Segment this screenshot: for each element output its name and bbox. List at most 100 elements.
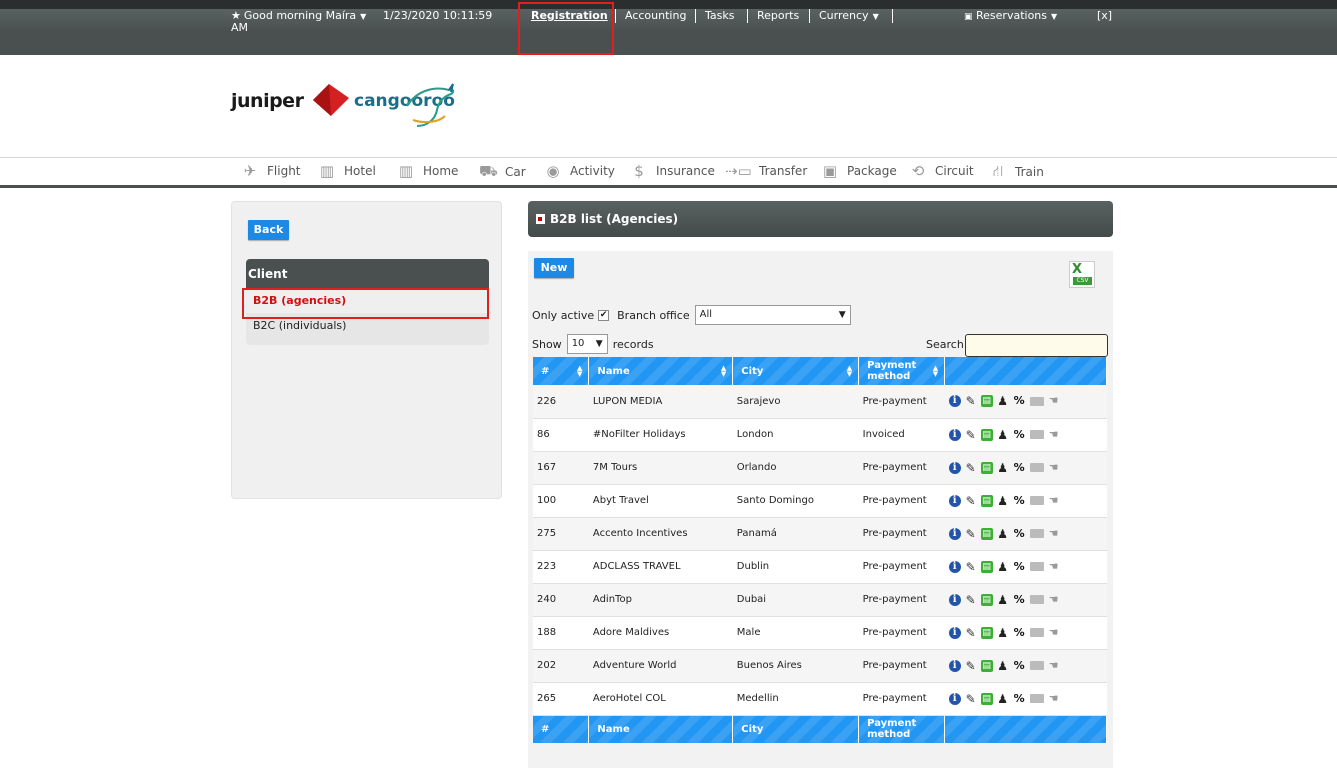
user-icon[interactable]: ♟ — [997, 660, 1009, 672]
table-row[interactable]: 226 LUPON MEDIA Sarajevo Pre-payment i ✎ ▤ ♟% ☚ — [533, 385, 1107, 419]
user-icon[interactable]: ♟ — [997, 429, 1009, 441]
credit-card-icon[interactable] — [1029, 694, 1044, 703]
document-icon[interactable]: ▤ — [980, 527, 993, 540]
edit-icon[interactable]: ✎ — [965, 395, 977, 407]
product-hotel[interactable]: ▥ Hotel — [318, 162, 376, 180]
nav-reports[interactable]: Reports — [757, 10, 799, 22]
hand-icon[interactable]: ☚ — [1048, 527, 1060, 540]
credit-card-icon[interactable] — [1029, 430, 1044, 439]
table-row[interactable]: 167 7M Tours Orlando Pre-payment i ✎ ▤ ♟% ☚ — [533, 451, 1107, 485]
percent-icon[interactable]: % — [1013, 560, 1026, 573]
nav-currency[interactable]: Currency ▼ — [819, 10, 879, 23]
info-icon[interactable]: i — [948, 659, 961, 672]
credit-card-icon[interactable] — [1029, 529, 1044, 538]
product-home[interactable]: ▥ Home — [397, 162, 459, 180]
percent-icon[interactable]: % — [1013, 626, 1026, 639]
hand-icon[interactable]: ☚ — [1048, 626, 1060, 639]
percent-icon[interactable]: % — [1013, 494, 1026, 507]
hand-icon[interactable]: ☚ — [1048, 659, 1060, 672]
user-icon[interactable]: ♟ — [997, 594, 1009, 606]
info-icon[interactable]: i — [948, 692, 961, 705]
product-package[interactable]: ▣ Package — [821, 162, 897, 180]
table-row[interactable]: 188 Adore Maldives Male Pre-payment i ✎ ▤ ♟% ☚ — [533, 616, 1107, 650]
document-icon[interactable]: ▤ — [980, 593, 993, 606]
percent-icon[interactable]: % — [1013, 692, 1026, 705]
user-greeting[interactable]: ★ Good morning Maíra ▼ — [231, 10, 371, 23]
credit-card-icon[interactable] — [1029, 628, 1044, 637]
column-header-payment[interactable]: Payment method ▲ ▼ — [858, 357, 946, 385]
percent-icon[interactable]: % — [1013, 527, 1026, 540]
column-header-name[interactable]: Name ▲ ▼ — [588, 357, 734, 385]
user-icon[interactable]: ♟ — [997, 693, 1009, 705]
table-row[interactable]: 240 AdinTop Dubai Pre-payment i ✎ ▤ ♟% ☚ — [533, 583, 1107, 617]
credit-card-icon[interactable] — [1029, 463, 1044, 472]
info-icon[interactable]: i — [948, 560, 961, 573]
table-row[interactable]: 100 Abyt Travel Santo Domingo Pre-payment i ✎… — [533, 484, 1107, 518]
new-button[interactable]: New — [534, 258, 574, 278]
credit-card-icon[interactable] — [1029, 396, 1044, 406]
document-icon[interactable]: ▤ — [980, 626, 993, 639]
table-row[interactable]: 86 #NoFilter Holidays London Invoiced i ✎ ▤ ♟% ☚ — [533, 418, 1107, 452]
only-active-checkbox[interactable]: ✔ — [598, 309, 610, 321]
nav-accounting[interactable]: Accounting — [625, 10, 686, 22]
edit-icon[interactable]: ✎ — [965, 462, 977, 474]
back-button[interactable]: Back — [248, 220, 289, 240]
product-activity[interactable]: ◉ Activity — [544, 162, 614, 180]
column-header-city[interactable]: City ▲ ▼ — [732, 357, 860, 385]
percent-icon[interactable]: % — [1013, 659, 1026, 672]
product-train[interactable]: ⛙ Train — [989, 162, 1044, 182]
product-transfer[interactable]: ⇢▭ Transfer — [725, 162, 807, 180]
product-car[interactable]: ⛟ Car — [479, 162, 526, 182]
csv-export-icon[interactable]: X CSV — [1069, 261, 1095, 288]
info-icon[interactable]: i — [948, 395, 961, 408]
edit-icon[interactable]: ✎ — [965, 528, 977, 540]
info-icon[interactable]: i — [948, 461, 961, 474]
user-icon[interactable]: ♟ — [997, 462, 1009, 474]
info-icon[interactable]: i — [948, 593, 961, 606]
branch-office-select[interactable]: All ▼ — [694, 305, 851, 325]
edit-icon[interactable]: ✎ — [965, 660, 977, 672]
user-icon[interactable]: ♟ — [997, 627, 1009, 639]
edit-icon[interactable]: ✎ — [965, 561, 977, 573]
table-row[interactable]: 275 Accento Incentives Panamá Pre-payment i ✎… — [533, 517, 1107, 551]
document-icon[interactable]: ▤ — [980, 560, 993, 573]
percent-icon[interactable]: % — [1013, 593, 1026, 606]
product-flight[interactable]: ✈ Flight — [241, 162, 301, 180]
edit-icon[interactable]: ✎ — [965, 495, 977, 507]
percent-icon[interactable]: % — [1013, 428, 1026, 441]
info-icon[interactable]: i — [948, 527, 961, 540]
hand-icon[interactable]: ☚ — [1048, 494, 1060, 507]
table-row[interactable]: 223 ADCLASS TRAVEL Dublin Pre-payment i ✎ ▤ ♟% ☚ — [533, 550, 1107, 584]
search-input[interactable] — [965, 334, 1108, 357]
nav-tasks[interactable]: Tasks — [705, 10, 734, 22]
nav-reservations[interactable]: ▣ Reservations ▼ — [964, 10, 1057, 23]
hand-icon[interactable]: ☚ — [1048, 593, 1060, 606]
document-icon[interactable]: ▤ — [980, 395, 993, 408]
user-icon[interactable]: ♟ — [997, 495, 1009, 507]
user-icon[interactable]: ♟ — [997, 395, 1009, 407]
credit-card-icon[interactable] — [1029, 595, 1044, 604]
edit-icon[interactable]: ✎ — [965, 594, 977, 606]
document-icon[interactable]: ▤ — [980, 428, 993, 441]
edit-icon[interactable]: ✎ — [965, 429, 977, 441]
percent-icon[interactable]: % — [1013, 395, 1026, 407]
info-icon[interactable]: i — [948, 626, 961, 639]
user-icon[interactable]: ♟ — [997, 561, 1009, 573]
table-row[interactable]: 265 AeroHotel COL Medellin Pre-payment i ✎ ▤ ♟%… — [533, 682, 1107, 716]
credit-card-icon[interactable] — [1029, 562, 1044, 571]
document-icon[interactable]: ▤ — [980, 692, 993, 705]
close-button[interactable]: [x] — [1097, 10, 1112, 22]
percent-icon[interactable]: % — [1013, 461, 1026, 474]
info-icon[interactable]: i — [948, 428, 961, 441]
hand-icon[interactable]: ☚ — [1048, 560, 1060, 573]
document-icon[interactable]: ▤ — [980, 461, 993, 474]
table-row[interactable]: 202 Adventure World Buenos Aires Pre-paymen… — [533, 649, 1107, 683]
hand-icon[interactable]: ☚ — [1048, 395, 1060, 407]
user-icon[interactable]: ♟ — [997, 528, 1009, 540]
edit-icon[interactable]: ✎ — [965, 627, 977, 639]
hand-icon[interactable]: ☚ — [1048, 428, 1060, 441]
hand-icon[interactable]: ☚ — [1048, 692, 1060, 705]
edit-icon[interactable]: ✎ — [965, 693, 977, 705]
column-header-id[interactable]: # ▲ ▼ — [533, 357, 590, 385]
product-insurance[interactable]: $ Insurance — [630, 162, 715, 180]
